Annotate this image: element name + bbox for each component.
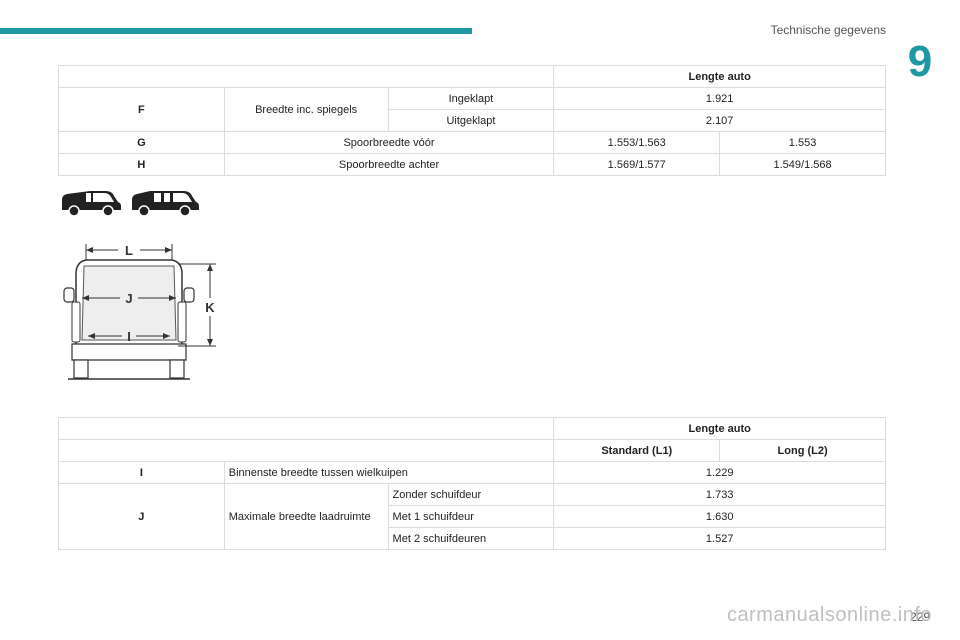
van-rear-dimension-diagram: L J I K bbox=[63, 243, 216, 380]
table-row: H Spoorbreedte achter 1.569/1.577 1.549/… bbox=[58, 153, 886, 176]
dimension-label-k: K bbox=[205, 300, 215, 315]
sub-label: Uitgeklapt bbox=[387, 109, 555, 132]
watermark: carmanualsonline.info bbox=[726, 604, 932, 626]
dimension-label-j: J bbox=[125, 291, 132, 306]
row-label: Binnenste breedte tussen wielkuipen bbox=[223, 461, 555, 484]
table-header-row: Lengte auto bbox=[57, 417, 886, 440]
row-label: Breedte inc. spiegels bbox=[223, 87, 389, 132]
sub-label: Met 2 schuifdeuren bbox=[387, 527, 555, 550]
page-header-title: Technische gegevens bbox=[770, 23, 886, 37]
table-row: G Spoorbreedte vóór 1.553/1.563 1.553 bbox=[58, 131, 886, 154]
row-code: H bbox=[58, 153, 225, 176]
value-cell: 2.107 bbox=[553, 109, 886, 132]
row-code: I bbox=[58, 461, 225, 484]
header-accent-bar bbox=[0, 28, 472, 34]
table-row: F Breedte inc. spiegels Ingeklapt 1.921 bbox=[58, 87, 886, 132]
chapter-number: 9 bbox=[907, 37, 933, 86]
empty-header-cell bbox=[57, 417, 555, 440]
value-cell: 1.229 bbox=[553, 461, 886, 484]
row-label: Spoorbreedte vóór bbox=[223, 131, 555, 154]
width-spec-table: Lengte auto F Breedte inc. spiegels Inge… bbox=[57, 65, 886, 176]
empty-header-cell bbox=[57, 65, 555, 88]
value-cell: 1.569/1.577 bbox=[553, 153, 721, 176]
sub-label: Zonder schuifdeur bbox=[387, 483, 555, 506]
column-heading: Lengte auto bbox=[553, 417, 886, 440]
sub-label: Ingeklapt bbox=[387, 87, 555, 110]
value-cell: 1.527 bbox=[553, 527, 886, 550]
value-cell: 1.921 bbox=[553, 87, 886, 110]
dimension-label-l: L bbox=[125, 243, 133, 258]
row-code: G bbox=[58, 131, 225, 154]
van-long-icon bbox=[132, 191, 199, 217]
value-cell: 1.549/1.568 bbox=[719, 153, 886, 176]
row-label: Spoorbreedte achter bbox=[223, 153, 555, 176]
column-heading: Lengte auto bbox=[553, 65, 886, 88]
row-code: J bbox=[58, 483, 225, 550]
value-cell: 1.553 bbox=[719, 131, 886, 154]
cargo-width-table: Lengte auto Standard (L1) Long (L2) I Bi… bbox=[57, 417, 886, 550]
value-cell: 1.733 bbox=[553, 483, 886, 506]
table-row: I Binnenste breedte tussen wielkuipen 1.… bbox=[58, 461, 886, 484]
van-silhouettes-icon bbox=[62, 191, 199, 217]
table-row: J Maximale breedte laadruimte Zonder sch… bbox=[58, 483, 886, 550]
table-header-row: Lengte auto bbox=[57, 65, 886, 88]
row-label: Maximale breedte laadruimte bbox=[223, 483, 389, 550]
row-code: F bbox=[58, 87, 225, 132]
sub-label: Met 1 schuifdeur bbox=[387, 505, 555, 528]
table-header-row: Standard (L1) Long (L2) bbox=[57, 439, 886, 462]
value-cell: 1.630 bbox=[553, 505, 886, 528]
column-heading-l1: Standard (L1) bbox=[553, 439, 721, 462]
van-short-icon bbox=[62, 191, 121, 217]
value-cell: 1.553/1.563 bbox=[553, 131, 721, 154]
empty-header-cell bbox=[57, 439, 555, 462]
column-heading-l2: Long (L2) bbox=[719, 439, 886, 462]
dimension-label-i: I bbox=[127, 329, 131, 344]
